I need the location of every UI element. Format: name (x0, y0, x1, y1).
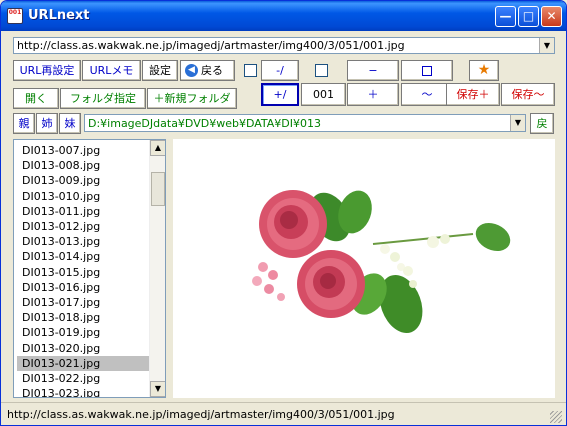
back-arrow-icon: ◀ (185, 64, 198, 77)
rose-flower-image (252, 190, 511, 334)
list-item[interactable]: DI013-021.jpg (17, 355, 150, 371)
list-item[interactable]: DI013-013.jpg (17, 234, 150, 249)
list-item[interactable]: DI013-008.jpg (17, 158, 150, 173)
chevron-down-icon[interactable]: ▼ (510, 115, 525, 131)
url-memo-button[interactable]: URLメモ (82, 60, 141, 81)
plus-button[interactable]: ＋ (347, 83, 399, 106)
younger-sister-button[interactable]: 妹 (59, 113, 81, 134)
list-item[interactable]: DI013-011.jpg (17, 204, 150, 219)
back-button-label: 戻る (201, 64, 223, 77)
folder-path-value: D:¥imageDJdata¥DVD¥web¥DATA¥DI¥013 (88, 117, 321, 130)
folder-select-button[interactable]: フォルダ指定 (60, 88, 146, 109)
resize-grip-icon[interactable] (550, 411, 562, 423)
chevron-down-icon[interactable]: ▼ (539, 38, 554, 53)
list-item[interactable]: DI013-022.jpg (17, 371, 150, 386)
save-tilde-button[interactable]: 保存〜 (501, 83, 555, 106)
list-item[interactable]: DI013-014.jpg (17, 249, 150, 264)
plus-slash-button[interactable]: +/ (261, 83, 299, 106)
minus-slash-button[interactable]: -/ (261, 60, 299, 81)
square-button[interactable] (401, 60, 453, 81)
list-item[interactable]: DI013-010.jpg (17, 189, 150, 204)
list-item[interactable]: DI013-009.jpg (17, 173, 150, 188)
list-item[interactable]: DI013-012.jpg (17, 219, 150, 234)
list-item[interactable]: DI013-017.jpg (17, 295, 150, 310)
list-item[interactable]: DI013-015.jpg (17, 265, 150, 280)
url-value: http://class.as.wakwak.ne.jp/imagedj/art… (17, 39, 405, 52)
scroll-thumb[interactable] (151, 172, 165, 206)
window-title: URLnext (28, 8, 90, 23)
image-preview (173, 139, 555, 398)
vertical-scrollbar[interactable]: ▲ ▼ (149, 140, 165, 397)
url-combobox[interactable]: http://class.as.wakwak.ne.jp/imagedj/art… (13, 37, 555, 54)
list-item[interactable]: DI013-020.jpg (17, 341, 150, 356)
parent-button[interactable]: 親 (13, 113, 35, 134)
scroll-up-icon[interactable]: ▲ (150, 140, 165, 156)
scroll-down-icon[interactable]: ▼ (150, 381, 165, 397)
minus-button[interactable]: − (347, 60, 399, 81)
settings-button[interactable]: 設定 (142, 60, 178, 81)
minimize-button[interactable]: — (495, 6, 516, 27)
favorite-button[interactable]: ★ (469, 60, 499, 81)
folder-path-combobox[interactable]: D:¥imageDJdata¥DVD¥web¥DATA¥DI¥013 ▼ (84, 114, 526, 132)
app-window: 001 URLnext — □ ✕ http://class.as.wakwak… (0, 0, 567, 426)
status-bar: http://class.as.wakwak.ne.jp/imagedj/art… (1, 402, 566, 425)
checkbox-1[interactable] (244, 64, 257, 77)
maximize-button[interactable]: □ (518, 6, 539, 27)
close-button[interactable]: ✕ (541, 6, 562, 27)
status-text: http://class.as.wakwak.ne.jp/imagedj/art… (7, 408, 395, 421)
save-plus-button[interactable]: 保存＋ (446, 83, 500, 106)
list-item[interactable]: DI013-016.jpg (17, 280, 150, 295)
list-item[interactable]: DI013-007.jpg (17, 143, 150, 158)
file-list[interactable]: DI013-007.jpg DI013-008.jpg DI013-009.jpg D… (13, 139, 166, 398)
elder-sister-button[interactable]: 姉 (36, 113, 58, 134)
new-folder-button[interactable]: ＋新規フォルダ (147, 88, 237, 109)
url-reset-button[interactable]: URL再設定 (13, 60, 81, 81)
checkbox-2[interactable] (315, 64, 328, 77)
digits-button[interactable]: 001 (301, 83, 346, 106)
list-item[interactable]: DI013-019.jpg (17, 325, 150, 340)
list-item[interactable]: DI013-018.jpg (17, 310, 150, 325)
return-button[interactable]: 戻 (530, 113, 554, 134)
open-button[interactable]: 開く (13, 88, 59, 109)
title-bar[interactable]: 001 URLnext — □ ✕ (1, 1, 566, 31)
back-button[interactable]: ◀ 戻る (180, 60, 235, 81)
app-icon: 001 (7, 8, 23, 24)
list-item[interactable]: DI013-023.jpg (17, 386, 150, 397)
square-icon (422, 66, 432, 76)
star-icon: ★ (477, 62, 491, 78)
